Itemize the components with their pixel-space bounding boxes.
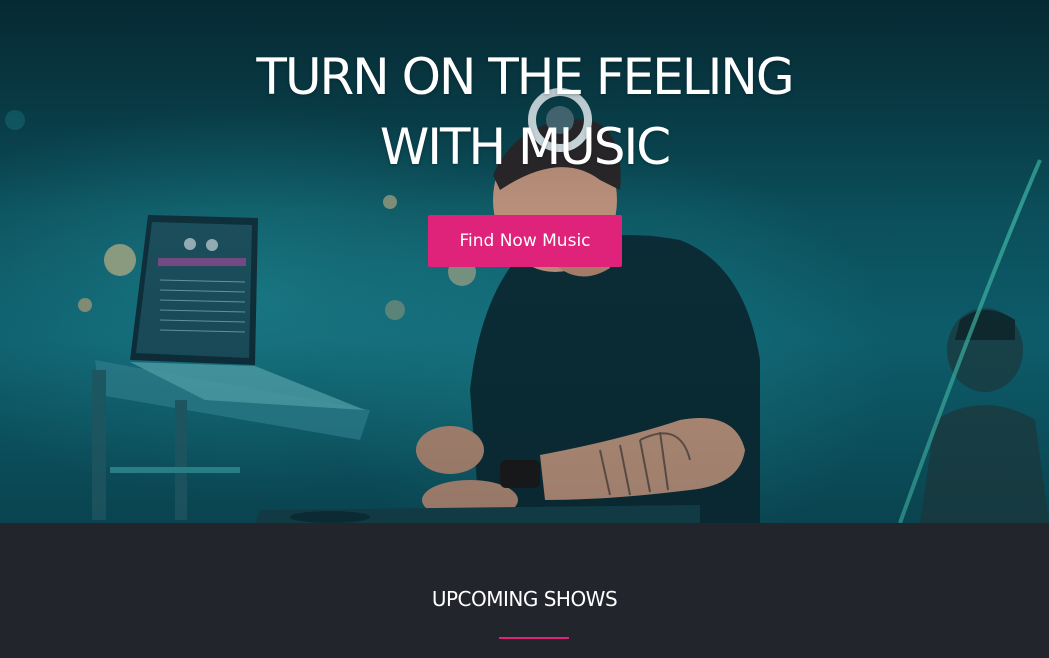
find-now-music-button[interactable]: Find Now Music	[428, 215, 622, 267]
hero-title-line-1: TURN ON THE FEELING	[256, 48, 794, 106]
hero-title: TURN ON THE FEELING WITH MUSIC	[0, 42, 1049, 182]
upcoming-shows-section: UPCOMING SHOWS	[0, 523, 1049, 658]
hero-section: TURN ON THE FEELING WITH MUSIC Find Now …	[0, 0, 1049, 523]
page: TURN ON THE FEELING WITH MUSIC Find Now …	[0, 0, 1049, 658]
section-title-divider	[499, 637, 569, 639]
hero-title-line-2: WITH MUSIC	[379, 118, 671, 176]
section-title: UPCOMING SHOWS	[431, 587, 618, 611]
